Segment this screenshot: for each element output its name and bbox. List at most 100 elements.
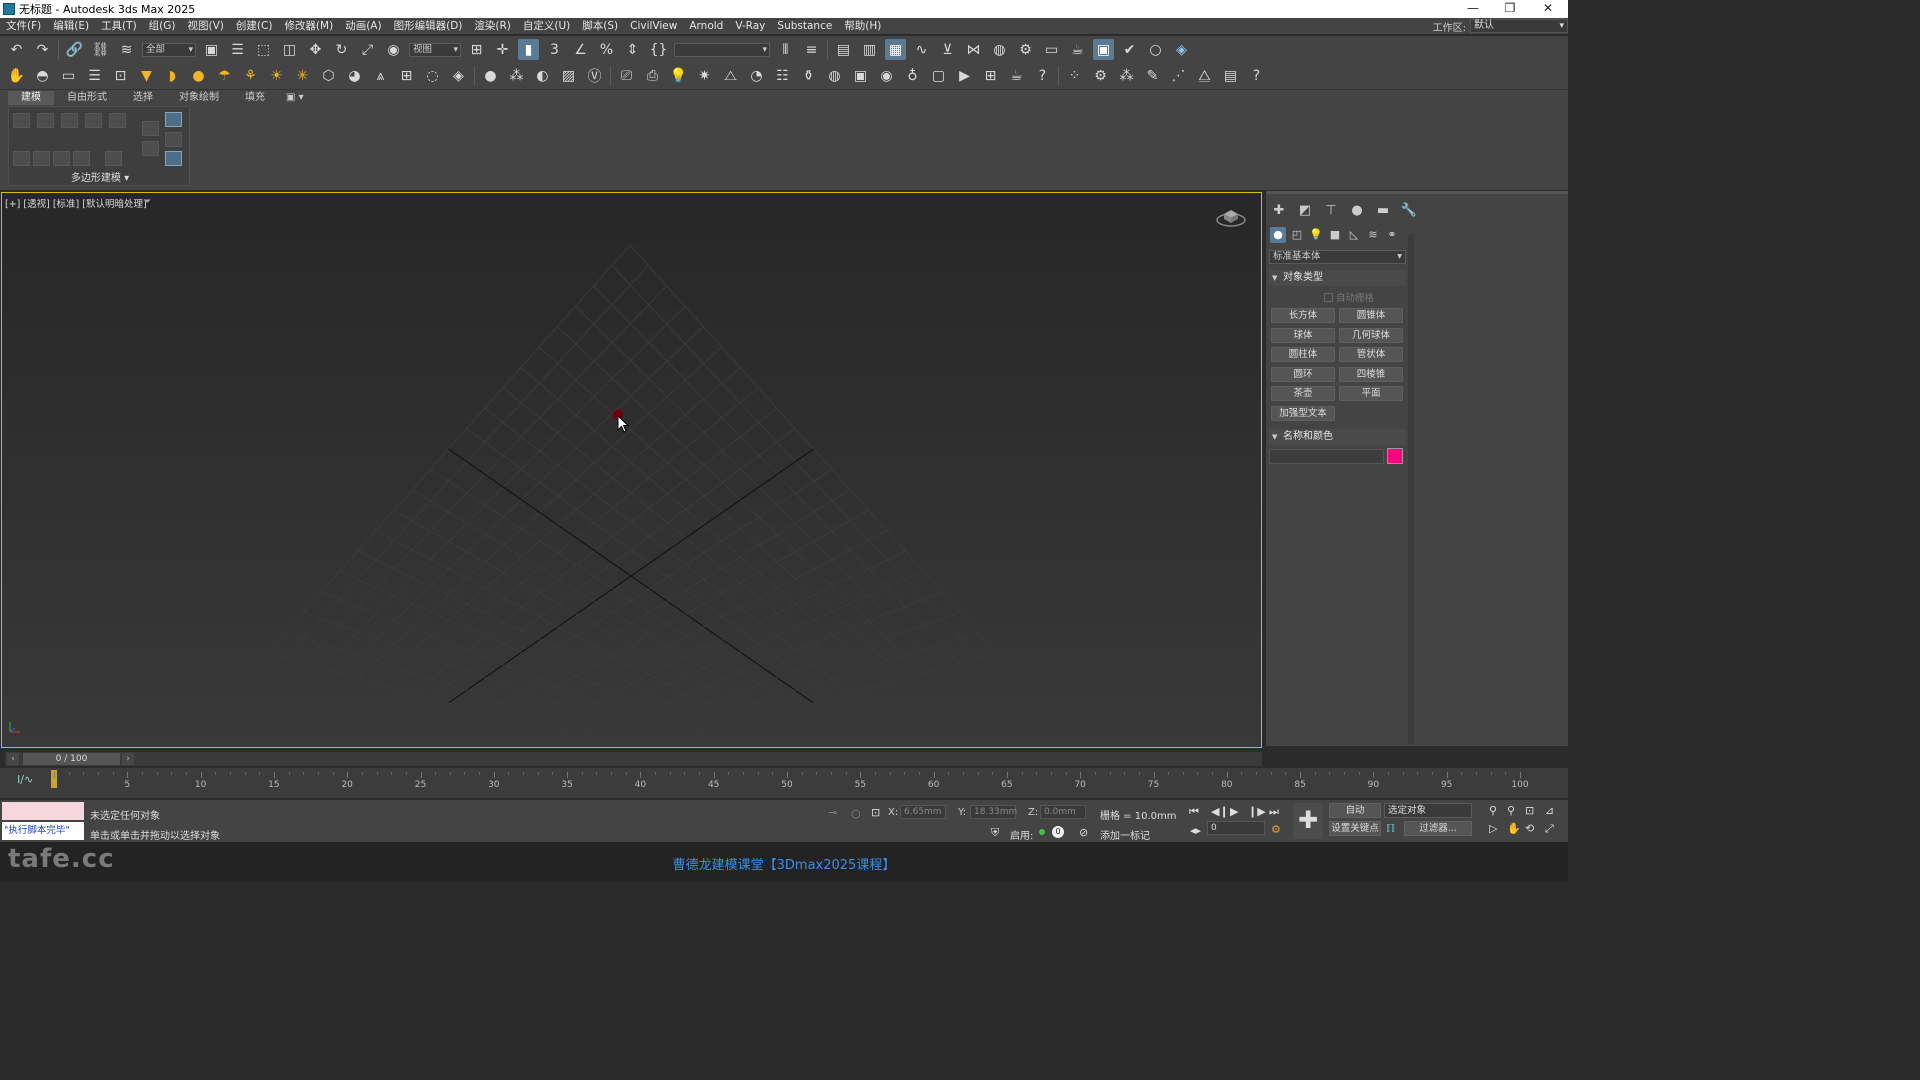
arnold-camera-2-icon[interactable]: ⎙ — [642, 66, 663, 87]
link-icon[interactable]: 🔗 — [64, 39, 85, 60]
substance-d-icon[interactable]: ✎ — [1142, 66, 1163, 87]
menu-substance[interactable]: Substance — [771, 18, 838, 34]
orbit-icon[interactable]: ⟲ — [1525, 822, 1534, 835]
arnold-sphere-light-icon[interactable]: ◉ — [876, 66, 897, 87]
maxscript-input[interactable] — [2, 802, 84, 820]
mirror-icon[interactable]: ⫴ — [775, 39, 796, 60]
arnold-render-icon[interactable]: ◔ — [746, 66, 767, 87]
ribbon-tab-modeling[interactable]: 建模 — [8, 91, 54, 105]
render-teapot-icon[interactable]: ☕ — [1067, 39, 1088, 60]
menu-rendering[interactable]: 渲染(R) — [468, 18, 517, 34]
box-button[interactable]: 长方体 — [1271, 308, 1335, 323]
set-key-big-icon[interactable]: ✚ — [1293, 803, 1323, 839]
curve-editor-icon[interactable]: ∿ — [911, 39, 932, 60]
border-icon[interactable] — [61, 113, 78, 128]
helpers-icon[interactable]: ◺ — [1346, 227, 1362, 243]
minimize-button[interactable]: — — [1453, 0, 1493, 18]
menu-animation[interactable]: 动画(A) — [339, 18, 387, 34]
modify-mode-icon[interactable] — [13, 151, 30, 166]
isolate-icon[interactable]: ○ — [851, 807, 861, 820]
systems-icon[interactable]: ⚭ — [1384, 227, 1400, 243]
viewcube-icon[interactable] — [1215, 205, 1247, 227]
pyramid-button[interactable]: 四棱锥 — [1339, 367, 1403, 382]
vray-sphere-light-icon[interactable]: ● — [188, 66, 209, 87]
vray-ies-light-icon[interactable]: ☂ — [214, 66, 235, 87]
reference-coordinate-dropdown[interactable]: 视图 — [409, 42, 461, 57]
arnold-list-icon[interactable]: ☷ — [772, 66, 793, 87]
render-setup-icon[interactable]: ⚙ — [1015, 39, 1036, 60]
arnold-teapot-icon[interactable]: ◍ — [824, 66, 845, 87]
menu-help[interactable]: 帮助(H) — [838, 18, 887, 34]
vray-fur-icon[interactable]: ◕ — [344, 66, 365, 87]
cameras-icon[interactable]: ■ — [1327, 227, 1343, 243]
workspace-dropdown[interactable]: 默认 — [1470, 19, 1568, 33]
vray-ambient-light-icon[interactable]: ⚘ — [240, 66, 261, 87]
arnold-play-icon[interactable]: ▶ — [954, 66, 975, 87]
arnold-material-icon[interactable]: ▨ — [558, 66, 579, 87]
vray-logo-icon[interactable]: Ⓥ — [584, 66, 605, 87]
polygon-modeling-dropdown[interactable]: 多边形建模 ▾ — [9, 169, 191, 184]
maximize-button[interactable]: ❐ — [1490, 0, 1530, 18]
layers-icon[interactable]: ☰ — [84, 66, 105, 87]
align-icon[interactable]: ≡ — [801, 39, 822, 60]
create-tab-icon[interactable]: ✚ — [1270, 203, 1288, 219]
rectangular-selection-icon[interactable]: ⬚ — [253, 39, 274, 60]
next-frame-icon[interactable]: ❙▶ — [1248, 805, 1266, 818]
zoom-extents-all-icon[interactable]: ⊿ — [1545, 804, 1554, 817]
render-cloud-icon[interactable]: ○ — [1145, 39, 1166, 60]
notes-icon[interactable]: ▤ — [1220, 66, 1241, 87]
menu-graph-editors[interactable]: 图形编辑器(D) — [388, 18, 469, 34]
ribbon-tab-populate[interactable]: 填充 — [232, 91, 278, 105]
arnold-frame-icon[interactable]: ▣ — [850, 66, 871, 87]
space-warps-icon[interactable]: ≋ — [1365, 227, 1381, 243]
menu-arnold[interactable]: Arnold — [683, 18, 729, 34]
maximize-viewport-icon[interactable]: ⤢ — [1545, 822, 1554, 836]
window-crossing-icon[interactable]: ◫ — [279, 39, 300, 60]
key-mode-toggle-icon[interactable]: ◂▸ — [1190, 824, 1201, 837]
show-end-result-icon[interactable] — [73, 151, 90, 166]
maxscript-output[interactable]: "执行脚本完毕" — [2, 822, 84, 840]
time-configuration-icon[interactable]: ⚙ — [1271, 823, 1281, 836]
field-of-view-icon[interactable]: ▷ — [1489, 822, 1497, 835]
snaps-toggle-icon[interactable]: 3 — [544, 39, 565, 60]
substance-b-icon[interactable]: ⚙ — [1090, 66, 1111, 87]
vray-light-icon[interactable]: ▼ — [136, 66, 157, 87]
arnold-bulb-icon[interactable]: ♁ — [902, 66, 923, 87]
ribbon-tab-object-paint[interactable]: 对象绘制 — [166, 91, 232, 105]
scene-explorer-icon[interactable]: ▤ — [833, 39, 854, 60]
substance-c-icon[interactable]: ⁂ — [1116, 66, 1137, 87]
tube-button[interactable]: 管状体 — [1339, 347, 1403, 362]
forest-icon[interactable]: ⧋ — [1194, 66, 1215, 87]
ribbon-toggle-icon[interactable]: ▦ — [885, 39, 906, 60]
active-shade-icon[interactable]: ✔ — [1119, 39, 1140, 60]
use-displace-icon[interactable] — [142, 141, 159, 156]
hierarchy-tab-icon[interactable]: ⊤ — [1322, 203, 1340, 219]
geometry-category-dropdown[interactable]: 标准基本体 — [1269, 250, 1406, 264]
percent-snap-icon[interactable]: % — [596, 39, 617, 60]
zoom-all-icon[interactable]: ⚲ — [1507, 804, 1515, 817]
polygon-mode-icon[interactable] — [165, 112, 182, 127]
close-button[interactable]: ✕ — [1528, 0, 1568, 18]
pan-view-icon[interactable]: ✋ — [1507, 822, 1521, 835]
editable-poly-icon[interactable] — [165, 132, 182, 147]
go-to-end-icon[interactable]: ⏭ — [1269, 805, 1279, 819]
sphere-button[interactable]: 球体 — [1271, 328, 1335, 343]
add-time-tag-label[interactable]: 添加一标记 — [1100, 827, 1150, 842]
arnold-shader-icon[interactable]: ◐ — [532, 66, 553, 87]
move-icon[interactable]: ✥ — [305, 39, 326, 60]
vray-proxy-icon[interactable]: ⬡ — [318, 66, 339, 87]
arnold-light-icon[interactable]: 💡 — [668, 66, 689, 87]
absolute-mode-icon[interactable]: ⊡ — [871, 806, 880, 819]
vray-plane-icon[interactable]: ⩓ — [370, 66, 391, 87]
arnold-skydome-icon[interactable]: ✷ — [694, 66, 715, 87]
trackbar[interactable]: I∕∿ 5 10 15 20 25 30 35 40 45 50 55 60 65 70 75 80 85 90 9… — [0, 768, 1568, 798]
menu-tools[interactable]: 工具(T) — [95, 18, 143, 34]
select-manipulate-icon[interactable]: ✛ — [492, 39, 513, 60]
rendered-frame-window-icon[interactable]: ▭ — [1041, 39, 1062, 60]
vray-frame-buffer-icon[interactable]: ◈ — [1171, 39, 1192, 60]
named-selection-icon[interactable]: {} — [648, 39, 669, 60]
arnold-window-icon[interactable]: ▢ — [928, 66, 949, 87]
next-stack-icon[interactable] — [53, 151, 70, 166]
redo-icon[interactable]: ↷ — [32, 39, 53, 60]
object-type-rollout[interactable]: 对象类型 — [1269, 270, 1406, 286]
